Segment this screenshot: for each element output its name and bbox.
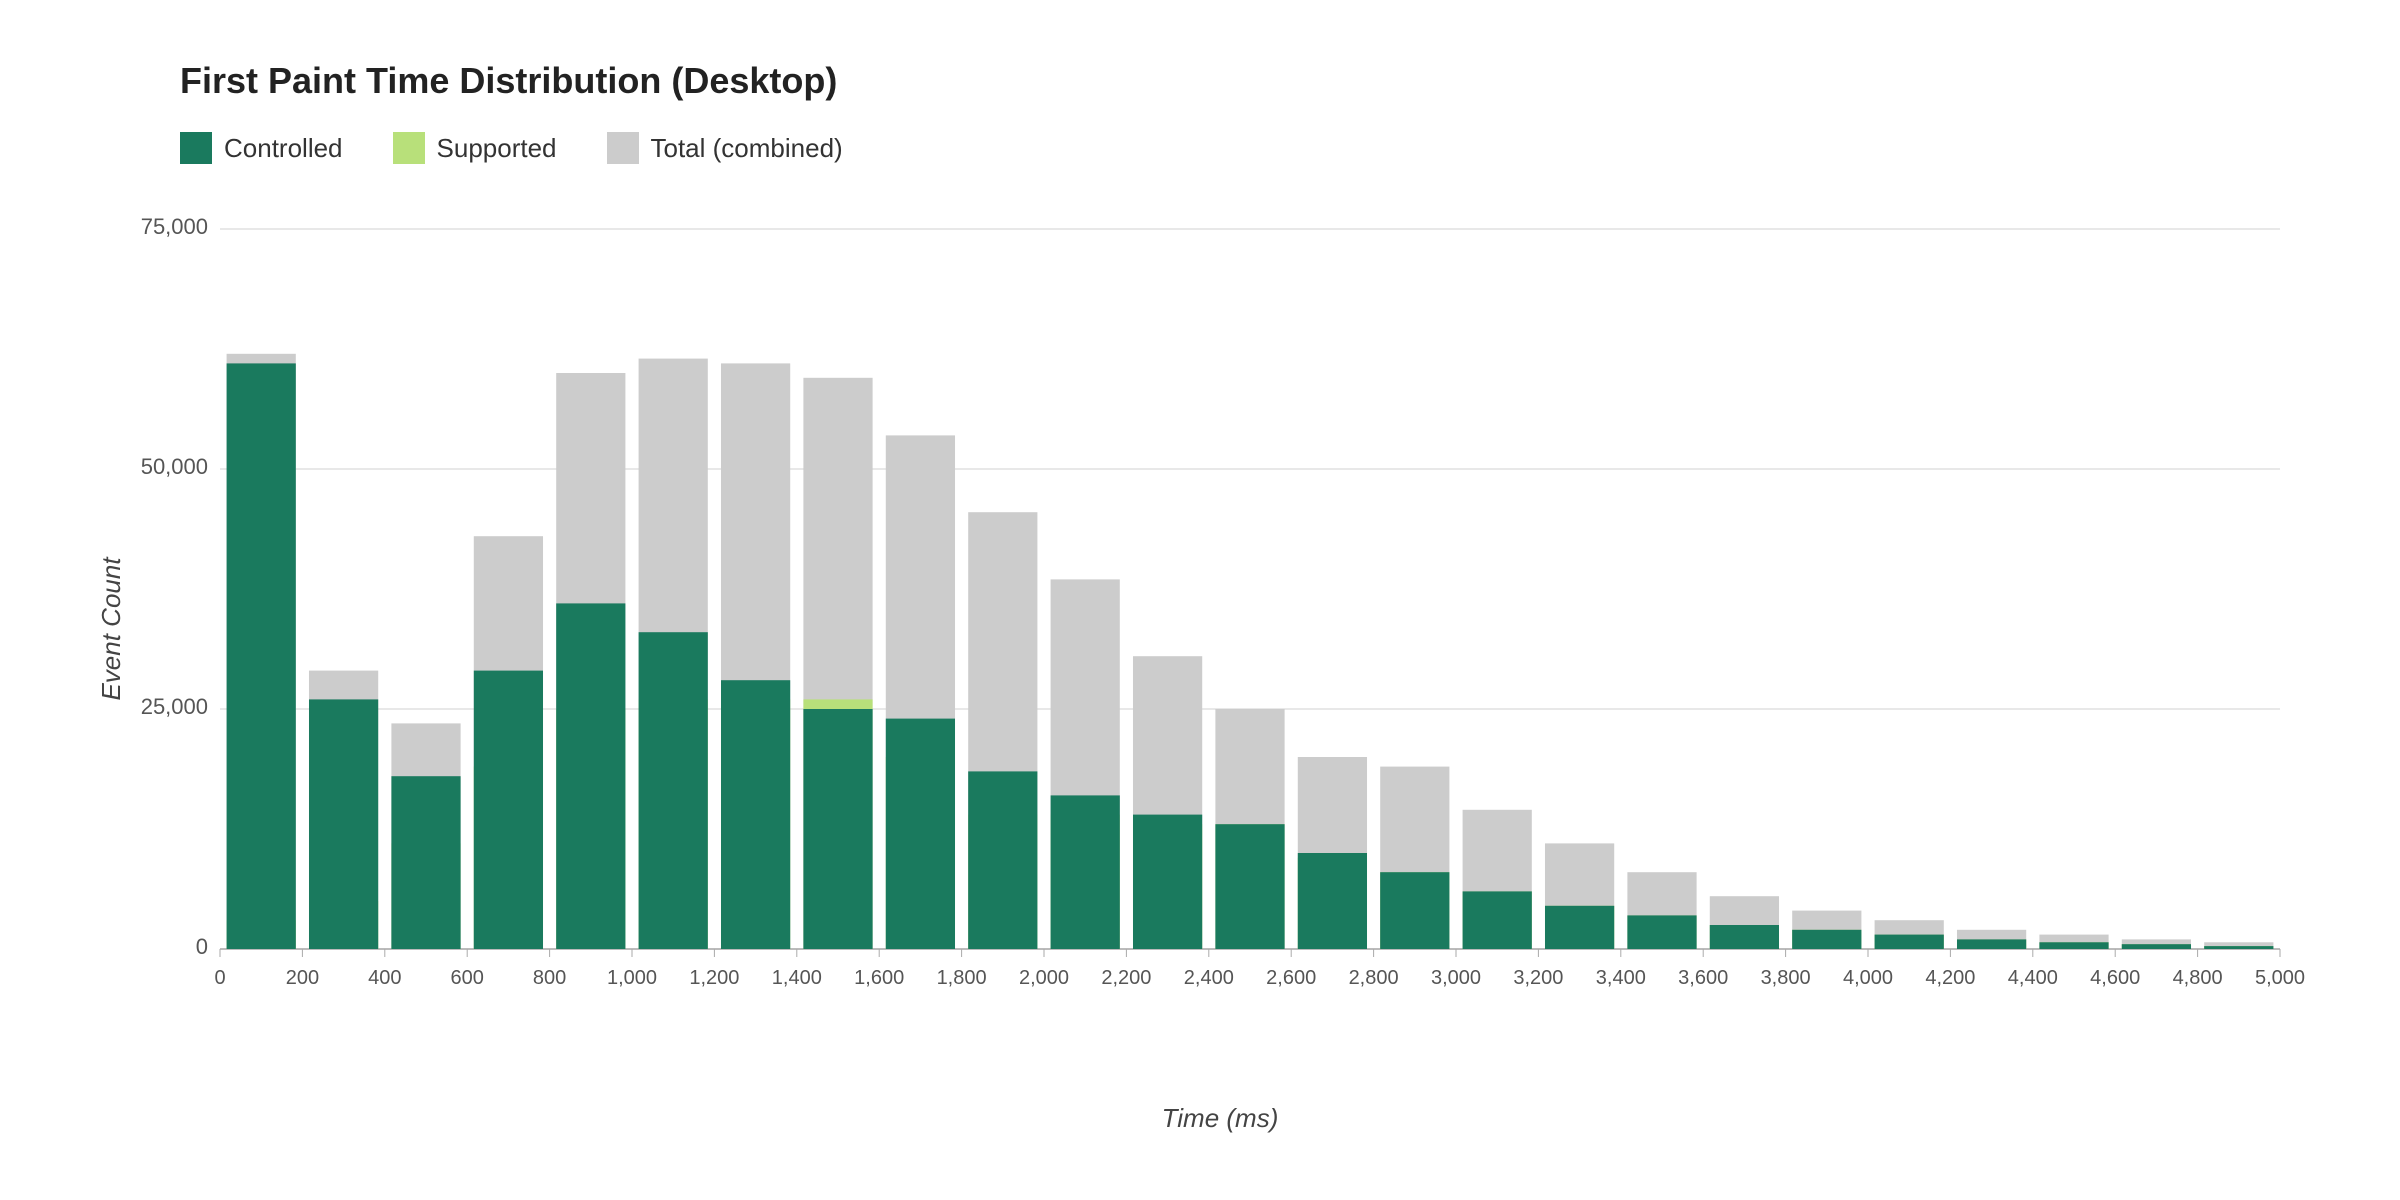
svg-text:3,800: 3,800	[1761, 967, 1811, 989]
legend-label-total: Total (combined)	[651, 133, 843, 164]
svg-text:1,000: 1,000	[607, 967, 657, 989]
svg-text:4,000: 4,000	[1843, 967, 1893, 989]
svg-text:2,400: 2,400	[1184, 967, 1234, 989]
svg-text:1,600: 1,600	[854, 967, 904, 989]
svg-text:2,200: 2,200	[1101, 967, 1151, 989]
svg-text:1,200: 1,200	[689, 967, 739, 989]
legend-item-controlled: Controlled	[180, 132, 343, 164]
legend-swatch-total	[607, 132, 639, 164]
chart-container: First Paint Time Distribution (Desktop) …	[0, 0, 2400, 1200]
svg-text:4,400: 4,400	[2008, 967, 2058, 989]
legend-swatch-supported	[393, 132, 425, 164]
svg-text:3,000: 3,000	[1431, 967, 1481, 989]
legend: Controlled Supported Total (combined)	[180, 132, 2320, 164]
legend-item-supported: Supported	[393, 132, 557, 164]
svg-text:3,200: 3,200	[1513, 967, 1563, 989]
chart-title: First Paint Time Distribution (Desktop)	[180, 60, 2320, 102]
svg-text:4,800: 4,800	[2173, 967, 2223, 989]
svg-text:25,000: 25,000	[141, 694, 208, 719]
svg-text:50,000: 50,000	[141, 454, 208, 479]
chart-area: Event Count Time (ms) 025,00050,00075,00…	[120, 204, 2320, 1054]
svg-text:1,800: 1,800	[937, 967, 987, 989]
svg-text:2,800: 2,800	[1349, 967, 1399, 989]
svg-text:400: 400	[368, 967, 401, 989]
chart-svg: 0 25,000 50,000 75,000 0 200 400 600 800 1,000 1,2…	[120, 204, 2320, 1054]
y-axis-label: Event Count	[96, 557, 127, 700]
svg-text:0: 0	[214, 967, 225, 989]
legend-item-total: Total (combined)	[607, 132, 843, 164]
svg-text:200: 200	[286, 967, 319, 989]
svg-text:3,600: 3,600	[1678, 967, 1728, 989]
svg-text:1,400: 1,400	[772, 967, 822, 989]
legend-label-controlled: Controlled	[224, 133, 343, 164]
svg-text:600: 600	[451, 967, 484, 989]
svg-text:75,000: 75,000	[141, 214, 208, 239]
svg-text:4,200: 4,200	[1925, 967, 1975, 989]
svg-text:5,000: 5,000	[2255, 967, 2305, 989]
svg-text:4,600: 4,600	[2090, 967, 2140, 989]
legend-swatch-controlled	[180, 132, 212, 164]
svg-text:2,600: 2,600	[1266, 967, 1316, 989]
svg-text:3,400: 3,400	[1596, 967, 1646, 989]
svg-text:800: 800	[533, 967, 566, 989]
legend-label-supported: Supported	[437, 133, 557, 164]
x-axis-label: Time (ms)	[1162, 1103, 1279, 1134]
svg-text:0: 0	[196, 934, 208, 959]
svg-text:2,000: 2,000	[1019, 967, 1069, 989]
